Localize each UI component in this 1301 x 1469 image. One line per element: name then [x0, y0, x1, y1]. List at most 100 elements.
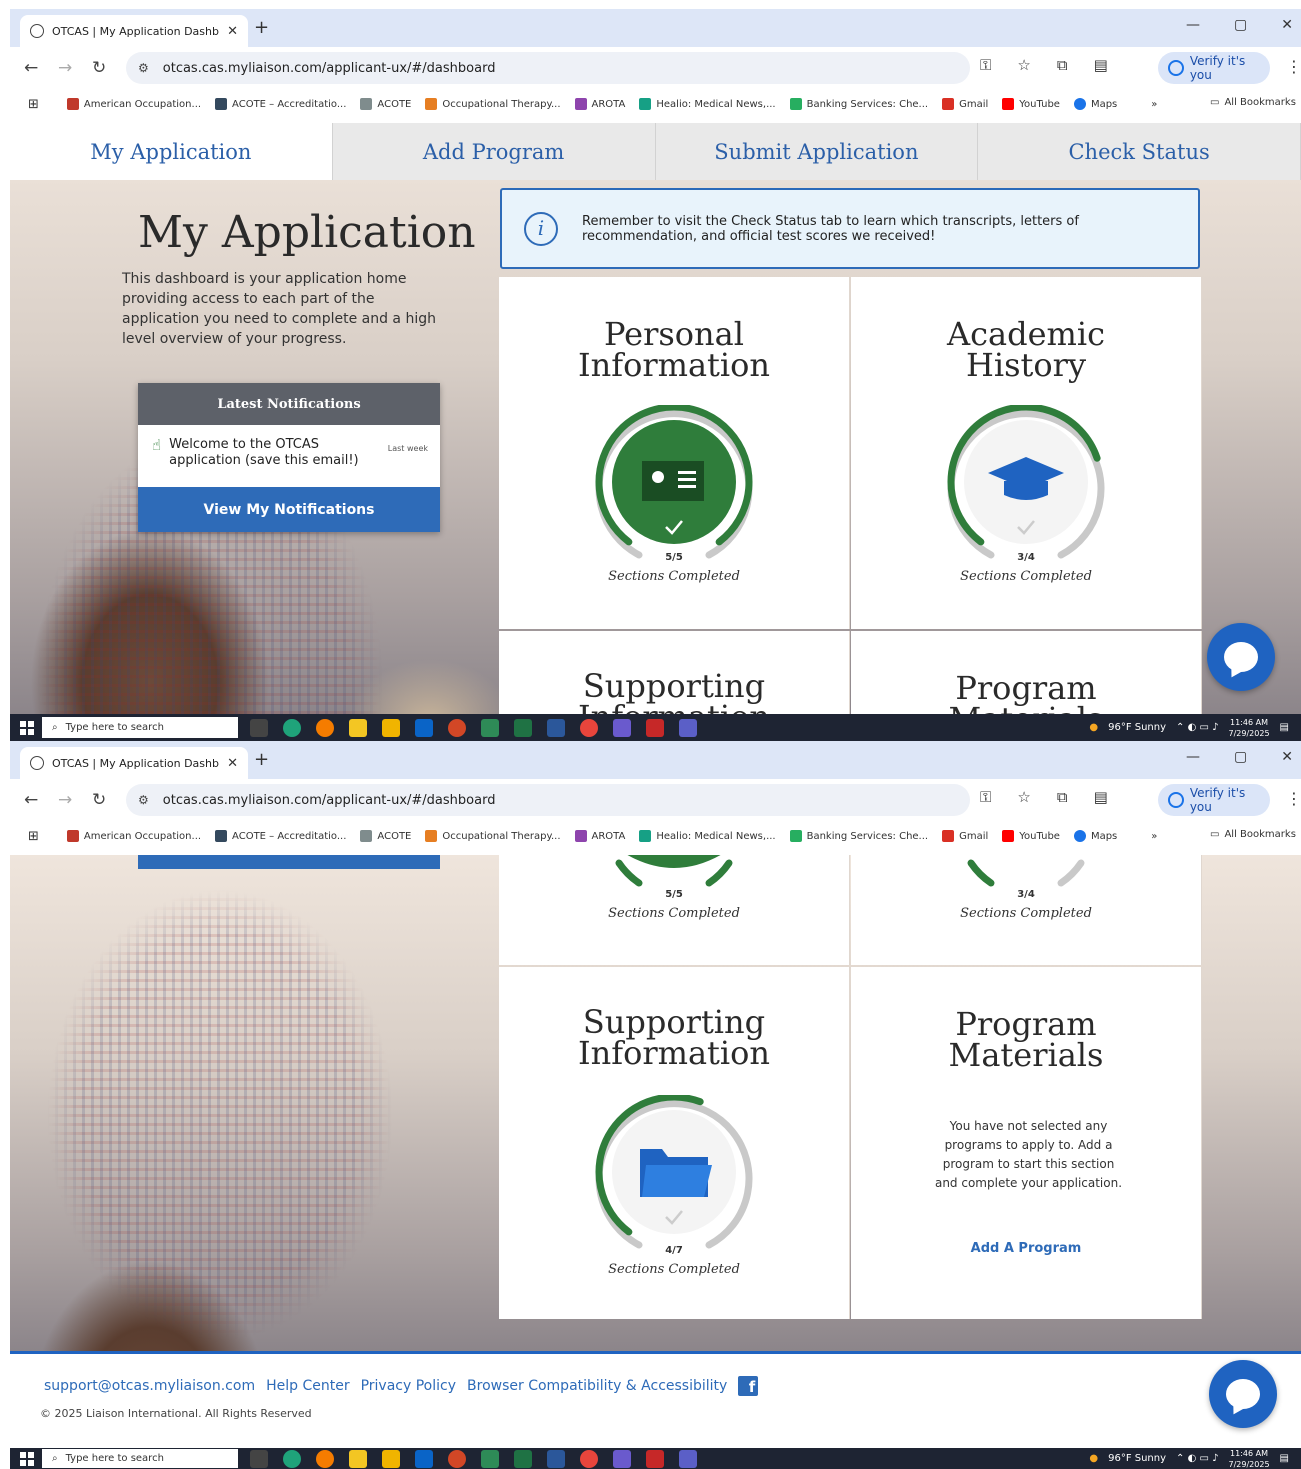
- browser-compatibility-link[interactable]: Browser Compatibility & Accessibility: [467, 1378, 727, 1394]
- calculator-icon[interactable]: [349, 719, 367, 737]
- extensions-icon[interactable]: ⧉: [1057, 788, 1068, 806]
- forward-icon[interactable]: →: [58, 58, 78, 78]
- close-tab-icon[interactable]: ✕: [227, 756, 238, 771]
- bookmark-item[interactable]: YouTube: [1002, 98, 1060, 110]
- apps-grid-icon[interactable]: ⊞: [28, 97, 39, 112]
- verify-button[interactable]: Verify it's you: [1158, 52, 1270, 84]
- bookmark-item[interactable]: American Occupation...: [66, 830, 201, 842]
- support-email-link[interactable]: support@otcas.myliaison.com: [44, 1378, 255, 1394]
- taskbar-search[interactable]: ⌕ Type here to search: [42, 717, 238, 738]
- maximize-icon[interactable]: ▢: [1234, 749, 1247, 765]
- calculator-icon[interactable]: [349, 1450, 367, 1468]
- minimize-icon[interactable]: —: [1186, 749, 1200, 765]
- close-window-icon[interactable]: ✕: [1281, 17, 1293, 33]
- back-icon[interactable]: ←: [24, 58, 44, 78]
- app-icon[interactable]: [613, 719, 631, 737]
- bookmark-item[interactable]: ACOTE: [360, 98, 411, 110]
- close-window-icon[interactable]: ✕: [1281, 749, 1293, 765]
- firefox-icon[interactable]: [316, 1450, 334, 1468]
- windows-start-icon[interactable]: [20, 720, 34, 735]
- teams-icon[interactable]: [679, 1450, 697, 1468]
- bookmark-item[interactable]: YouTube: [1002, 830, 1060, 842]
- extensions-icon[interactable]: ⧉: [1057, 56, 1068, 74]
- browser-tab[interactable]: OTCAS | My Application Dashboard ✕: [20, 747, 248, 779]
- tab-add-program[interactable]: Add Program: [333, 123, 656, 180]
- browser-tab[interactable]: OTCAS | My Application Dashboard ✕: [20, 15, 248, 47]
- clock[interactable]: 11:46 AM 7/29/2025: [1229, 717, 1270, 739]
- bookmark-item[interactable]: American Occupation...: [66, 98, 201, 110]
- app-icon[interactable]: [646, 1450, 664, 1468]
- site-settings-icon[interactable]: ⚙: [138, 793, 149, 807]
- bookmark-item[interactable]: Banking Services: Che...: [789, 830, 928, 842]
- chat-button[interactable]: [1209, 1360, 1277, 1428]
- tray-icons[interactable]: ⌃ ◐ ▭ ♪: [1176, 1453, 1218, 1464]
- tab-submit-application[interactable]: Submit Application: [656, 123, 979, 180]
- bookmark-item[interactable]: ACOTE – Accreditatio...: [215, 98, 346, 110]
- site-settings-icon[interactable]: ⚙: [138, 61, 149, 75]
- excel-icon[interactable]: [514, 719, 532, 737]
- tray-icons[interactable]: ⌃ ◐ ▭ ♪: [1176, 722, 1218, 733]
- teams-icon[interactable]: [679, 719, 697, 737]
- password-key-icon[interactable]: ⚿: [980, 788, 991, 806]
- chrome-icon[interactable]: [580, 1450, 598, 1468]
- edge-icon[interactable]: [283, 1450, 301, 1468]
- more-bookmarks-button[interactable]: »: [1151, 831, 1157, 842]
- reload-icon[interactable]: ↻: [92, 58, 112, 78]
- bookmark-item[interactable]: Maps: [1073, 98, 1117, 110]
- all-bookmarks-button[interactable]: ▭ All Bookmarks: [1210, 97, 1296, 108]
- task-view-icon[interactable]: [250, 1450, 268, 1468]
- new-tab-button[interactable]: +: [254, 749, 269, 770]
- reading-mode-icon[interactable]: ▤: [1094, 788, 1108, 806]
- bookmark-item[interactable]: Gmail: [942, 830, 988, 842]
- project-icon[interactable]: [481, 1450, 499, 1468]
- help-center-link[interactable]: Help Center: [266, 1378, 350, 1394]
- privacy-policy-link[interactable]: Privacy Policy: [361, 1378, 456, 1394]
- bookmark-item[interactable]: Maps: [1073, 830, 1117, 842]
- minimize-icon[interactable]: —: [1186, 17, 1200, 33]
- forward-icon[interactable]: →: [58, 790, 78, 810]
- project-icon[interactable]: [481, 719, 499, 737]
- card-supporting-information[interactable]: Supporting Information 4/7 Sections Compl…: [499, 967, 850, 1319]
- menu-icon[interactable]: ⋮: [1286, 789, 1301, 808]
- new-tab-button[interactable]: +: [254, 17, 269, 38]
- tab-my-application[interactable]: My Application: [10, 123, 333, 180]
- task-view-icon[interactable]: [250, 719, 268, 737]
- facebook-icon[interactable]: f: [738, 1376, 759, 1396]
- verify-button[interactable]: Verify it's you: [1158, 784, 1270, 816]
- windows-start-icon[interactable]: [20, 1451, 34, 1466]
- powerpoint-icon[interactable]: [448, 719, 466, 737]
- firefox-icon[interactable]: [316, 719, 334, 737]
- card-personal-information[interactable]: Personal Information 5/5 Sections Complet…: [499, 277, 850, 629]
- maximize-icon[interactable]: ▢: [1234, 17, 1247, 33]
- app-icon[interactable]: [613, 1450, 631, 1468]
- bookmark-item[interactable]: Healio: Medical News,...: [639, 98, 776, 110]
- outlook-icon[interactable]: [415, 1450, 433, 1468]
- notification-center-icon[interactable]: ▤: [1280, 1453, 1289, 1464]
- bookmark-item[interactable]: AROTA: [574, 830, 625, 842]
- excel-icon[interactable]: [514, 1450, 532, 1468]
- file-explorer-icon[interactable]: [382, 1450, 400, 1468]
- more-bookmarks-button[interactable]: »: [1151, 99, 1157, 110]
- outlook-icon[interactable]: [415, 719, 433, 737]
- bookmark-item[interactable]: Gmail: [942, 98, 988, 110]
- bookmark-item[interactable]: Healio: Medical News,...: [639, 830, 776, 842]
- notification-item[interactable]: ☝ Welcome to the OTCAS application (save…: [138, 425, 440, 487]
- word-icon[interactable]: [547, 719, 565, 737]
- bookmark-star-icon[interactable]: ☆: [1017, 56, 1030, 74]
- bookmark-item[interactable]: AROTA: [574, 98, 625, 110]
- word-icon[interactable]: [547, 1450, 565, 1468]
- powerpoint-icon[interactable]: [448, 1450, 466, 1468]
- file-explorer-icon[interactable]: [382, 719, 400, 737]
- notification-center-icon[interactable]: ▤: [1280, 722, 1289, 733]
- back-icon[interactable]: ←: [24, 790, 44, 810]
- add-program-link[interactable]: Add A Program: [851, 1241, 1201, 1256]
- taskbar-search[interactable]: ⌕ Type here to search: [42, 1449, 238, 1468]
- card-academic-history[interactable]: 3/4 Sections Completed: [851, 855, 1202, 965]
- bookmark-item[interactable]: Occupational Therapy...: [425, 830, 561, 842]
- bookmark-item[interactable]: Banking Services: Che...: [789, 98, 928, 110]
- bookmark-star-icon[interactable]: ☆: [1017, 788, 1030, 806]
- chrome-icon[interactable]: [580, 719, 598, 737]
- view-notifications-button[interactable]: View My Notifications: [138, 487, 440, 532]
- card-supporting-information[interactable]: SupportingInformation: [499, 631, 850, 714]
- chat-button[interactable]: [1207, 623, 1275, 691]
